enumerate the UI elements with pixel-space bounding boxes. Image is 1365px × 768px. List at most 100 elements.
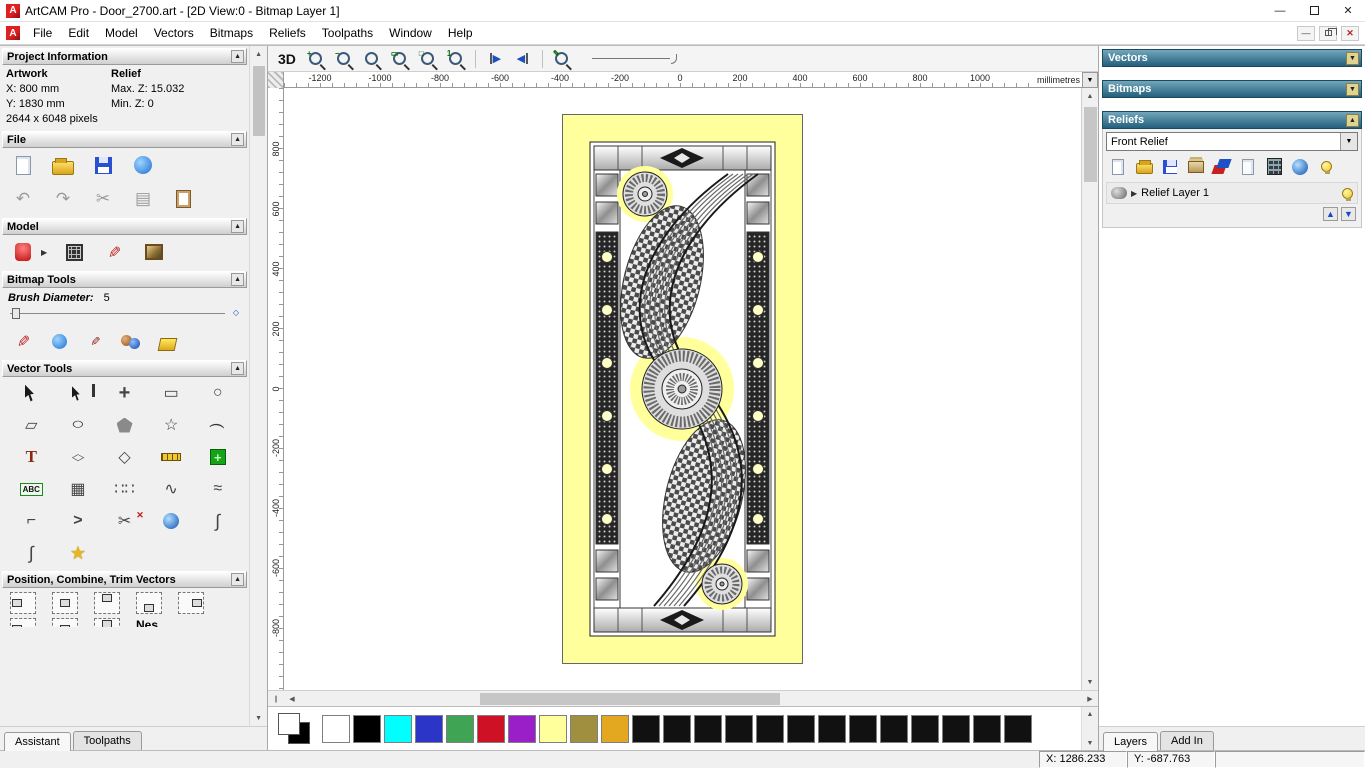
extend-tool[interactable]: > [55, 507, 102, 535]
minimize-button[interactable]: — [1263, 0, 1297, 21]
colour-swatch[interactable] [663, 714, 691, 743]
scrollbar-thumb[interactable] [252, 66, 265, 136]
colour-swatch[interactable] [880, 714, 908, 743]
menu-edit[interactable]: Edit [60, 23, 97, 43]
relief-layer-row[interactable]: ▶ Relief Layer 1 [1106, 182, 1358, 204]
colour-swatch[interactable] [508, 714, 536, 743]
vector-doctor-tool[interactable]: ★ [55, 539, 102, 567]
mdi-minimize-button[interactable]: — [1297, 25, 1315, 41]
stack-reliefs-button[interactable] [1186, 157, 1206, 176]
colour-swatch[interactable] [725, 714, 753, 743]
colour-swatch[interactable] [322, 714, 350, 743]
primary-colour-swatch[interactable] [278, 712, 300, 735]
mdi-close-button[interactable]: ✕ [1341, 25, 1359, 41]
tab-toolpaths[interactable]: Toolpaths [72, 731, 142, 750]
move-layer-up-button[interactable]: ▲ [1323, 207, 1338, 221]
align-right-button[interactable] [178, 592, 204, 614]
rollup-button[interactable]: ▲ [231, 573, 245, 586]
document-icon[interactable]: A [6, 26, 20, 40]
reliefs-collapse-button[interactable]: ▲ [1346, 113, 1359, 127]
drawing-canvas[interactable] [284, 88, 1081, 690]
colour-swatch[interactable] [942, 714, 970, 743]
scrollbar-thumb[interactable] [1083, 107, 1097, 182]
import-model-button[interactable] [130, 153, 156, 177]
save-model-button[interactable] [90, 153, 116, 177]
combine-button[interactable] [10, 618, 36, 627]
close-button[interactable]: ✕ [1331, 0, 1365, 21]
relief-select[interactable]: Front Relief ▼ [1106, 132, 1358, 151]
zoom-out-button[interactable]: − [332, 48, 356, 70]
current-colours-indicator[interactable] [278, 712, 314, 745]
slider-thumb[interactable] [12, 308, 20, 319]
text-block-tool[interactable]: ABC [8, 475, 55, 503]
zoom-page-button[interactable]: ▭ [388, 48, 412, 70]
mdi-restore-button[interactable] [1319, 25, 1337, 41]
next-view-button[interactable]: ◀ [511, 48, 535, 70]
colour-swatch[interactable] [756, 714, 784, 743]
bitmaps-expand-button[interactable]: ▼ [1346, 82, 1359, 96]
new-relief-layer-button[interactable] [1108, 157, 1128, 176]
section-profile-tool[interactable]: ∫ [8, 539, 55, 567]
zoom-window-button[interactable] [360, 48, 384, 70]
colour-swatch[interactable] [601, 714, 629, 743]
tab-assistant[interactable]: Assistant [4, 732, 71, 751]
colour-swatch[interactable] [787, 714, 815, 743]
scroll-right-button[interactable]: ▶ [1082, 690, 1098, 707]
paint-button[interactable]: ✎ [10, 329, 36, 353]
colour-swatch[interactable] [632, 714, 660, 743]
rollup-button[interactable]: ▲ [231, 273, 245, 286]
measure-tool[interactable] [148, 443, 195, 471]
flood-fill-button[interactable] [46, 329, 72, 353]
create-rectangle-tool[interactable]: ▭ [148, 379, 195, 407]
scroll-up-button[interactable]: ▲ [1082, 707, 1098, 721]
scrollbar-thumb[interactable] [480, 692, 780, 705]
menu-toolpaths[interactable]: Toolpaths [314, 23, 381, 43]
palette-scrollbar[interactable]: ▲ ▼ [1081, 707, 1098, 750]
ruler-corner-box[interactable] [268, 72, 284, 88]
pane-split-button[interactable]: ∥ [268, 690, 284, 707]
sculpt-button[interactable]: ✎ [101, 240, 127, 264]
nest-button[interactable]: Nes [136, 618, 158, 627]
colour-swatch[interactable] [477, 714, 505, 743]
zoom-in-button[interactable]: + [304, 48, 328, 70]
create-text-tool[interactable]: T [8, 443, 55, 471]
scroll-down-button[interactable]: ▼ [250, 710, 267, 726]
assistant-scrollbar[interactable]: ▲ ▼ [249, 46, 267, 726]
create-star-tool[interactable]: ☆ [148, 411, 195, 439]
rollup-button[interactable]: ▲ [231, 220, 245, 233]
paste-along-curve-tool[interactable]: + [194, 443, 241, 471]
scroll-up-button[interactable]: ▲ [250, 46, 267, 62]
colour-swatch[interactable] [818, 714, 846, 743]
transform-vectors-tool[interactable]: + [101, 379, 148, 407]
paste-button[interactable] [170, 187, 196, 211]
menu-vectors[interactable]: Vectors [146, 23, 202, 43]
rollup-button[interactable]: ▲ [231, 362, 245, 375]
units-dropdown[interactable]: ▼ [1082, 72, 1098, 88]
smooth-curve-tool[interactable]: ≈ [194, 475, 241, 503]
layer-name[interactable]: Relief Layer 1 [1141, 187, 1338, 199]
align-center-button[interactable] [52, 592, 78, 614]
rollup-button[interactable]: ▲ [231, 50, 245, 63]
colour-swatch[interactable] [570, 714, 598, 743]
paint-bucket-button[interactable] [154, 329, 180, 353]
scroll-up-button[interactable]: ▲ [1082, 88, 1098, 104]
open-relief-button[interactable] [1134, 157, 1154, 176]
create-spline-tool[interactable]: ∫ [194, 507, 241, 535]
nest-objects-tool[interactable]: ∷∷ [101, 475, 148, 503]
block-copy-tool[interactable]: ▦ [55, 475, 102, 503]
create-polyline-tool[interactable]: ▱ [8, 411, 55, 439]
cut-button[interactable]: ✂ [90, 187, 116, 211]
colour-swatch[interactable] [1004, 714, 1032, 743]
colour-swatch[interactable] [384, 714, 412, 743]
node-edit-tool[interactable] [55, 379, 102, 407]
set-model-size-button[interactable] [10, 240, 36, 264]
reliefs-header[interactable]: Reliefs ▲ [1102, 111, 1362, 129]
merge-layers-button[interactable] [1212, 157, 1232, 176]
relief-select-dropdown[interactable]: ▼ [1340, 133, 1357, 150]
tab-add-in[interactable]: Add In [1160, 731, 1214, 750]
maximize-button[interactable] [1297, 0, 1331, 21]
zoom-one-to-one-button[interactable]: 1 [444, 48, 468, 70]
bitmaps-header[interactable]: Bitmaps ▼ [1102, 80, 1362, 98]
colour-swatch[interactable] [353, 714, 381, 743]
vectors-header[interactable]: Vectors ▼ [1102, 49, 1362, 67]
